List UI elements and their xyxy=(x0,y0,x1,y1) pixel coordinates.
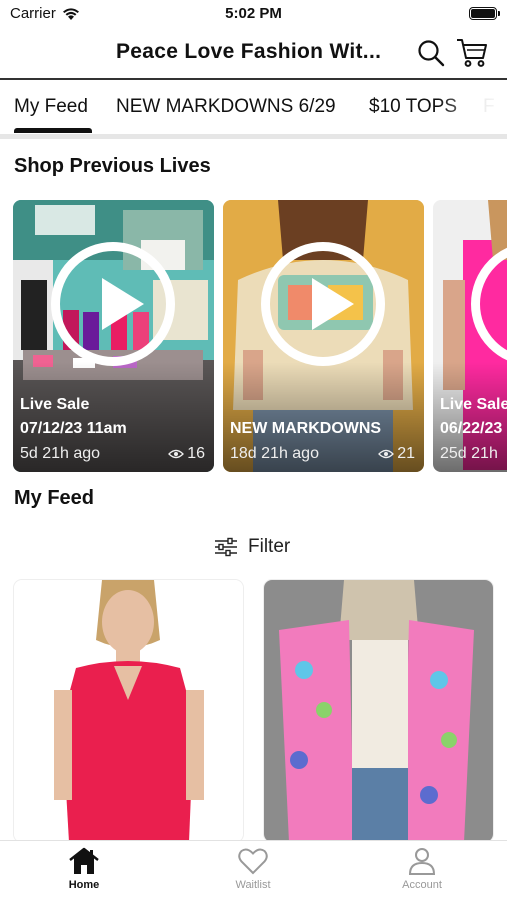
bottom-tab-bar: Home Waitlist Account xyxy=(0,840,507,900)
product-image xyxy=(14,580,243,842)
live-card[interactable]: Live Sale 07/12/23 11am 5d 21h ago 16 xyxy=(13,200,214,472)
view-count: 21 xyxy=(378,445,415,463)
live-card-date: NEW MARKDOWNS xyxy=(230,420,382,437)
cart-button[interactable] xyxy=(455,36,489,70)
live-card-age: 18d 21h ago xyxy=(230,445,319,462)
live-card[interactable]: NEW MARKDOWNS 18d 21h ago 21 xyxy=(223,200,424,472)
status-bar: Carrier 5:02 PM xyxy=(0,0,507,30)
tab-new-markdowns[interactable]: NEW MARKDOWNS 6/29 xyxy=(116,96,336,118)
status-time: 5:02 PM xyxy=(225,5,282,22)
tabs-divider xyxy=(0,134,507,139)
filter-button[interactable]: Filter xyxy=(214,533,290,561)
live-card-label: Live Sale xyxy=(440,396,507,413)
live-card[interactable]: Live Sale 06/22/23 25d 21h xyxy=(433,200,507,472)
search-button[interactable] xyxy=(414,36,448,70)
eye-icon xyxy=(378,449,395,459)
live-card-date: 06/22/23 xyxy=(440,420,503,437)
filter-label: Filter xyxy=(248,536,291,557)
home-icon xyxy=(69,847,99,874)
nav-account-label: Account xyxy=(402,879,442,891)
product-card[interactable] xyxy=(264,580,493,842)
nav-home-label: Home xyxy=(68,879,100,891)
app-header: Peace Love Fashion Wit... xyxy=(0,30,507,78)
product-card[interactable] xyxy=(14,580,243,842)
tab-10-tops[interactable]: $10 TOPS xyxy=(369,96,457,118)
heart-icon xyxy=(238,848,268,875)
eye-icon xyxy=(168,449,185,459)
live-card-age: 5d 21h ago xyxy=(20,445,101,462)
category-tabs: My Feed NEW MARKDOWNS 6/29 $10 TOPS F xyxy=(0,80,507,136)
previous-lives-carousel: Live Sale 07/12/23 11am 5d 21h ago 16 NE… xyxy=(0,200,507,472)
shop-previous-lives-heading: Shop Previous Lives xyxy=(14,155,211,177)
tab-my-feed[interactable]: My Feed xyxy=(14,96,88,118)
page-title: Peace Love Fashion Wit... xyxy=(116,40,382,63)
cart-icon xyxy=(457,39,487,67)
live-card-label: Live Sale xyxy=(20,396,90,413)
live-card-age: 25d 21h xyxy=(440,445,498,462)
product-image xyxy=(264,580,493,842)
sliders-icon xyxy=(215,537,237,557)
battery-icon xyxy=(469,7,500,20)
view-count: 16 xyxy=(168,445,205,463)
nav-account[interactable]: Account xyxy=(372,847,472,899)
search-icon xyxy=(418,40,445,67)
live-card-date: 07/12/23 11am xyxy=(20,420,127,437)
nav-home[interactable]: Home xyxy=(34,847,134,899)
play-icon xyxy=(261,242,385,366)
play-icon xyxy=(51,242,175,366)
active-tab-indicator xyxy=(14,128,92,133)
my-feed-heading: My Feed xyxy=(14,487,95,509)
nav-waitlist-label: Waitlist xyxy=(235,879,271,891)
user-icon xyxy=(408,848,436,875)
nav-waitlist[interactable]: Waitlist xyxy=(203,847,303,899)
tab-more[interactable]: F xyxy=(483,96,495,118)
